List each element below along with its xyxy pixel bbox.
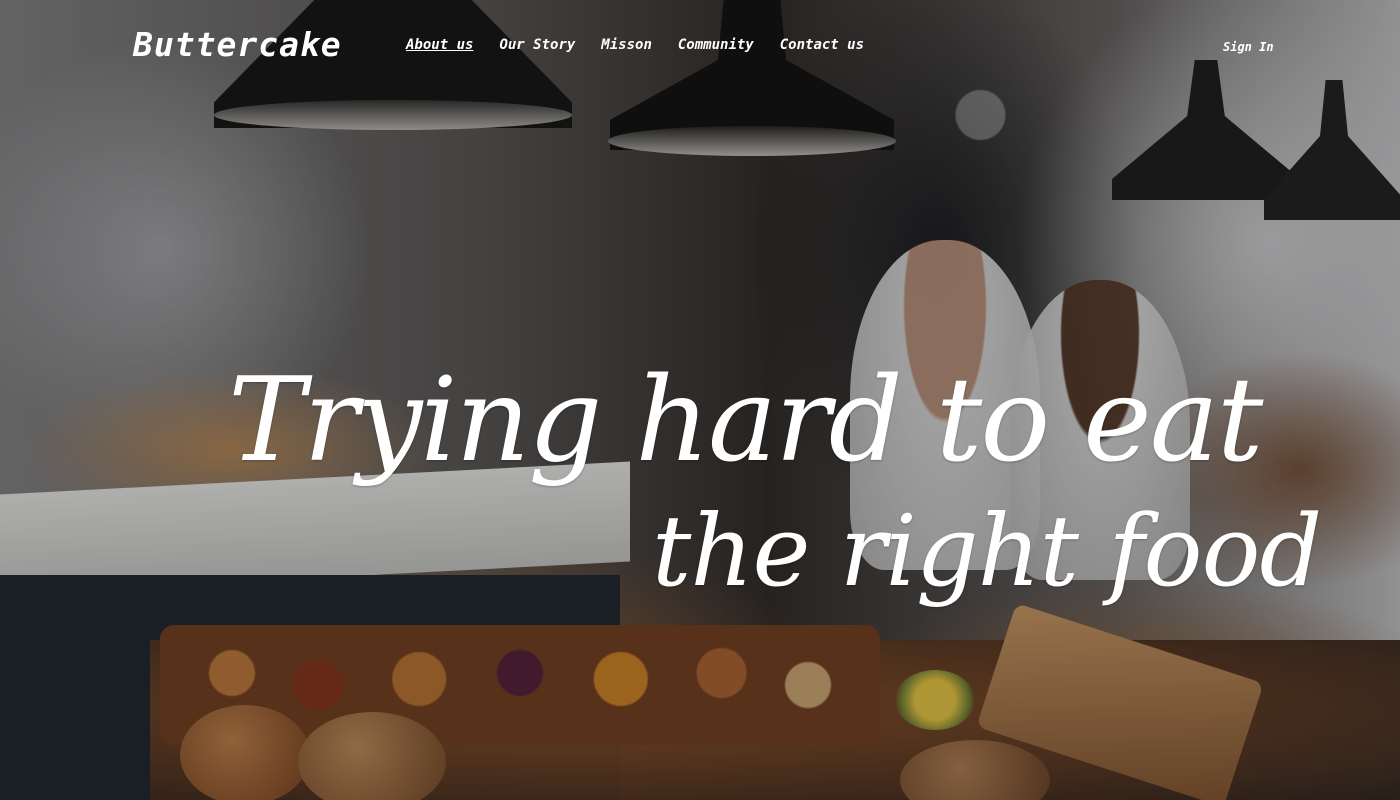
main-nav: About us Our Story Misson Community Cont… xyxy=(406,36,890,54)
hero-headline-line-1: Trying hard to eat xyxy=(228,352,1263,488)
nav-item-mission[interactable]: Misson xyxy=(601,36,652,54)
nav-item-about-us[interactable]: About us xyxy=(406,36,473,54)
nav-item-community[interactable]: Community xyxy=(678,36,754,54)
nav-item-our-story[interactable]: Our Story xyxy=(499,36,575,54)
brand-logo[interactable]: Buttercake xyxy=(133,25,342,65)
hero-headline-line-2: the right food xyxy=(652,494,1322,609)
nav-item-contact-us[interactable]: Contact us xyxy=(780,36,864,54)
sign-in-link[interactable]: Sign In xyxy=(1223,39,1274,55)
